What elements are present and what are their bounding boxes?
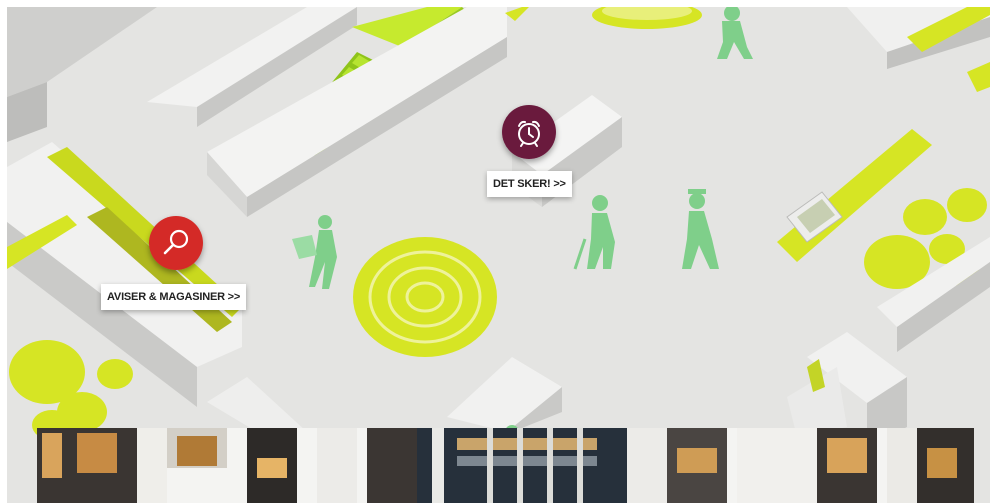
poi-aviser-label[interactable]: AVISER & MAGASINER >> [101, 284, 247, 310]
alarm-clock-icon [502, 105, 556, 159]
poi-aviser-button[interactable] [149, 216, 203, 270]
poi-det-sker-button[interactable] [502, 105, 556, 159]
magnifier-icon [149, 216, 203, 270]
library-map-viewport[interactable]: AVISER & MAGASINER >> DET SKER! >> [7, 7, 990, 503]
library-atrium-photo [37, 428, 974, 503]
concentric-rings-floor-marker [353, 237, 497, 357]
poi-det-sker-label[interactable]: DET SKER! >> [487, 171, 572, 197]
atrium-photo-image [37, 428, 974, 503]
